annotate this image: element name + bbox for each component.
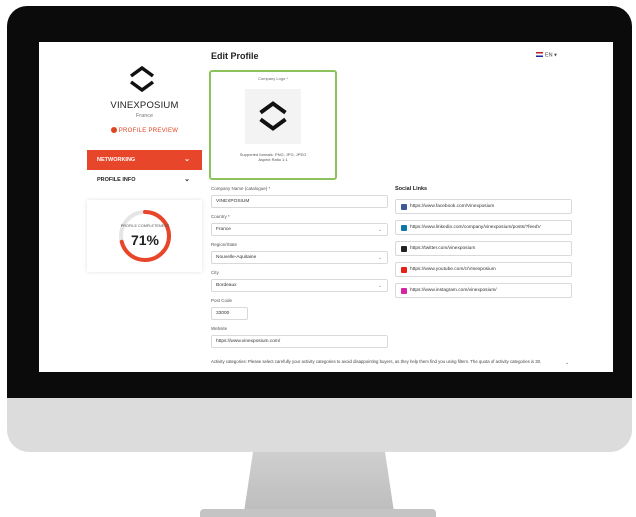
aspect-text: Aspect Ratio 1:1 (258, 157, 288, 162)
linkedin-url: https://www.linkedin.com/company/vinexpo… (410, 225, 541, 230)
completeness-label: PROFILE COMPLETENESS (120, 224, 170, 228)
youtube-url: https://www.youtube.com/c/Vinexposium (410, 267, 496, 272)
eye-icon (110, 127, 117, 133)
social-links-title: Social Links (395, 186, 428, 192)
city-select[interactable]: Bordeaux ⌄ (211, 279, 388, 292)
nav-item-profile-info[interactable]: PROFILE INFO ⌄ (87, 170, 202, 190)
instagram-icon (401, 288, 407, 294)
monitor-stand-neck (244, 452, 394, 512)
region-label: Region/State (211, 242, 238, 247)
logo-upload-label: Company Logo * (258, 76, 288, 81)
chevron-down-icon: ▾ (554, 52, 557, 59)
youtube-link-input[interactable]: https://www.youtube.com/c/Vinexposium (395, 262, 572, 277)
screen: VINEXPOSIUM France PROFILE PREVIEW NETWO… (39, 42, 613, 372)
city-value: Bordeaux (216, 283, 237, 288)
country-select[interactable]: France ⌄ (211, 223, 388, 236)
website-input[interactable]: https://www.vinexposium.com/ (211, 335, 388, 348)
linkedin-link-input[interactable]: https://www.linkedin.com/company/vinexpo… (395, 220, 572, 235)
country-label: Country * (211, 214, 230, 219)
logo-preview[interactable] (245, 89, 301, 144)
language-label: EN (545, 52, 553, 59)
chevron-down-icon: ⌄ (377, 227, 382, 233)
region-select[interactable]: Nouvelle-Aquitaine ⌄ (211, 251, 388, 264)
company-logo-icon (129, 65, 155, 93)
flag-icon (536, 52, 543, 57)
company-name-input[interactable]: VINEXPOSIUM (211, 195, 388, 208)
page-title: Edit Profile (211, 51, 259, 61)
postcode-input[interactable]: 33000 (211, 307, 248, 320)
company-name-label: Company Name (catalogue) * (211, 186, 271, 191)
nav-item-networking[interactable]: NETWORKING ⌄ (87, 150, 202, 170)
city-label: City (211, 270, 219, 275)
monitor-chin (7, 398, 632, 452)
company-country: France (135, 113, 154, 119)
instagram-link-input[interactable]: https://www.instagram.com/vinexposium/ (395, 283, 572, 298)
profile-completeness-card: PROFILE COMPLETENESS 71% (87, 200, 202, 272)
chevron-down-icon[interactable]: ⌄ (565, 360, 569, 366)
logo-formats-note: Supported formats: PNG, JPG, JPEG Aspect … (211, 152, 335, 162)
twitter-link-input[interactable]: https://twitter.com/vinexposium (395, 241, 572, 256)
twitter-url: https://twitter.com/vinexposium (410, 246, 476, 251)
chevron-down-icon: ⌄ (377, 255, 382, 261)
chevron-down-icon: ⌄ (377, 283, 382, 289)
youtube-icon (401, 267, 407, 273)
facebook-url: https://www.facebook.com/Vinexposium (410, 204, 495, 209)
facebook-icon (401, 204, 407, 210)
postcode-label: Post Code (211, 298, 233, 303)
nav-item-label: PROFILE INFO (97, 177, 136, 183)
profile-card: VINEXPOSIUM France PROFILE PREVIEW (87, 46, 202, 142)
facebook-link-input[interactable]: https://www.facebook.com/Vinexposium (395, 199, 572, 214)
chevron-down-icon: ⌄ (184, 156, 190, 163)
logo-upload-panel[interactable]: Company Logo * Supported formats: PNG, J… (209, 70, 337, 180)
chevron-down-icon: ⌄ (184, 176, 190, 183)
sidebar: VINEXPOSIUM France PROFILE PREVIEW NETWO… (87, 42, 202, 372)
company-name: VINEXPOSIUM (110, 100, 179, 111)
nav-item-label: NETWORKING (97, 157, 136, 163)
website-label: Website (211, 326, 228, 331)
twitter-icon (401, 246, 407, 252)
activity-categories-note: Activity categories: Please select caref… (211, 359, 542, 364)
profile-preview-link[interactable]: PROFILE PREVIEW (87, 127, 202, 134)
language-selector[interactable]: EN ▾ (536, 52, 557, 59)
region-value: Nouvelle-Aquitaine (216, 255, 257, 260)
profile-preview-label: PROFILE PREVIEW (118, 128, 179, 134)
company-logo-icon (259, 101, 287, 131)
instagram-url: https://www.instagram.com/vinexposium/ (410, 288, 497, 293)
country-value: France (216, 227, 231, 232)
monitor: VINEXPOSIUM France PROFILE PREVIEW NETWO… (7, 6, 632, 452)
linkedin-icon (401, 225, 407, 231)
completeness-value: 71% (130, 232, 160, 248)
monitor-stand-base (200, 509, 436, 517)
